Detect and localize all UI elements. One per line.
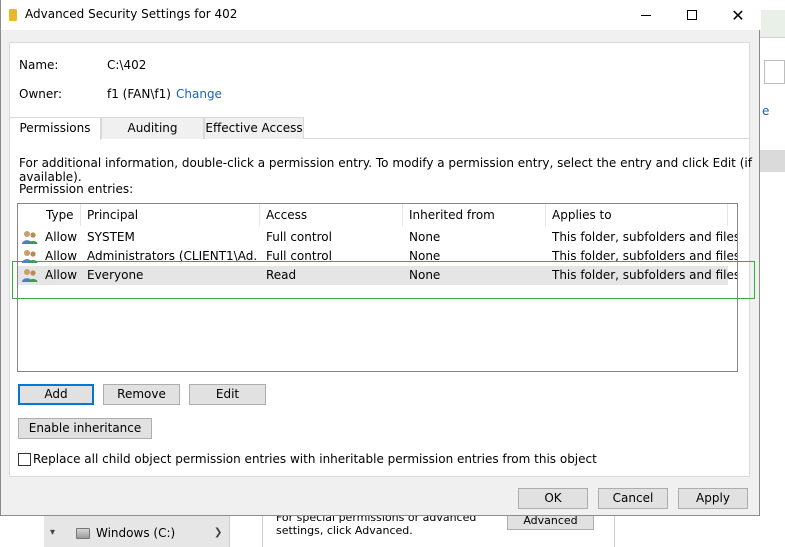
principal-cell: Administrators (CLIENT1\Ad...: [87, 249, 257, 263]
access-cell: Full control: [266, 249, 332, 263]
users-icon: [22, 269, 38, 282]
column-header-applies-to[interactable]: Applies to: [546, 204, 728, 226]
background-link-text: e: [762, 104, 770, 118]
minimize-button[interactable]: [623, 0, 669, 30]
principal-cell: Everyone: [87, 268, 144, 282]
permission-entries-label: Permission entries:: [19, 182, 134, 196]
replace-child-permissions-label[interactable]: Replace all child object permission entr…: [33, 452, 597, 466]
background-selected-row: [760, 150, 785, 172]
type-cell: Allow: [45, 249, 78, 263]
applies-cell: This folder, subfolders and files: [552, 249, 738, 263]
edit-button[interactable]: Edit: [189, 384, 266, 405]
minimize-icon: [641, 14, 651, 16]
column-header-inherited-from[interactable]: Inherited from: [403, 204, 546, 226]
applies-cell: This folder, subfolders and files: [552, 268, 738, 282]
enable-inheritance-button[interactable]: Enable inheritance: [18, 418, 152, 439]
list-header: Type Principal Access Inherited from App…: [18, 204, 737, 226]
background-divider: [614, 516, 615, 547]
advanced-security-dialog: Advanced Security Settings for 402 ✕ Nam…: [0, 0, 761, 516]
access-cell: Read: [266, 268, 297, 282]
scroll-left-icon[interactable]: ▾: [50, 527, 55, 538]
cancel-button[interactable]: Cancel: [598, 488, 668, 509]
ok-button[interactable]: OK: [518, 488, 588, 509]
maximize-button[interactable]: [669, 0, 715, 30]
column-header-type[interactable]: Type: [40, 204, 81, 226]
replace-child-permissions-checkbox[interactable]: [18, 453, 31, 466]
close-button[interactable]: ✕: [715, 0, 761, 30]
inherited-cell: None: [409, 249, 441, 263]
window-title: Advanced Security Settings for 402: [25, 7, 238, 21]
name-value: C:\402: [107, 58, 147, 72]
inherited-cell: None: [409, 268, 441, 282]
maximize-icon: [687, 10, 697, 20]
folder-icon: [9, 9, 17, 21]
owner-value: f1 (FAN\f1): [107, 87, 171, 101]
background-input-box: [764, 60, 785, 84]
inherited-cell: None: [409, 230, 441, 244]
access-cell: Full control: [266, 230, 332, 244]
principal-cell: SYSTEM: [87, 230, 135, 244]
tab-permissions[interactable]: Permissions: [9, 117, 101, 140]
add-button[interactable]: Add: [18, 384, 94, 405]
type-cell: Allow: [45, 230, 78, 244]
remove-button[interactable]: Remove: [103, 384, 180, 405]
permission-entries-list[interactable]: Type Principal Access Inherited from App…: [17, 203, 738, 372]
tab-auditing[interactable]: Auditing: [101, 117, 204, 139]
name-label: Name:: [19, 58, 59, 72]
drive-icon: [76, 527, 90, 539]
apply-button[interactable]: Apply: [678, 488, 748, 509]
type-cell: Allow: [45, 268, 78, 282]
close-icon: ✕: [731, 5, 745, 25]
background-divider: [262, 516, 263, 547]
table-row[interactable]: Allow SYSTEM Full control None This fold…: [18, 228, 737, 247]
column-header-access[interactable]: Access: [260, 204, 403, 226]
table-row[interactable]: Allow Administrators (CLIENT1\Ad... Full…: [18, 247, 737, 263]
change-owner-link[interactable]: Change: [176, 87, 222, 101]
table-row[interactable]: Allow Everyone Read None This folder, su…: [18, 266, 737, 285]
users-icon: [22, 231, 38, 244]
permissions-description: For additional information, double-click…: [19, 156, 752, 184]
background-toolbar-strip: [760, 10, 785, 38]
column-header-principal[interactable]: Principal: [81, 204, 260, 226]
drive-label: Windows (C:): [96, 526, 176, 540]
applies-cell: This folder, subfolders and files: [552, 230, 738, 244]
title-bar[interactable]: Advanced Security Settings for 402 ✕: [1, 0, 761, 30]
scroll-right-icon[interactable]: ❯: [214, 527, 222, 538]
users-icon: [22, 250, 38, 263]
owner-label: Owner:: [19, 87, 63, 101]
tab-effective-access[interactable]: Effective Access: [204, 117, 304, 139]
background-drive-item[interactable]: Windows (C:): [76, 526, 175, 540]
